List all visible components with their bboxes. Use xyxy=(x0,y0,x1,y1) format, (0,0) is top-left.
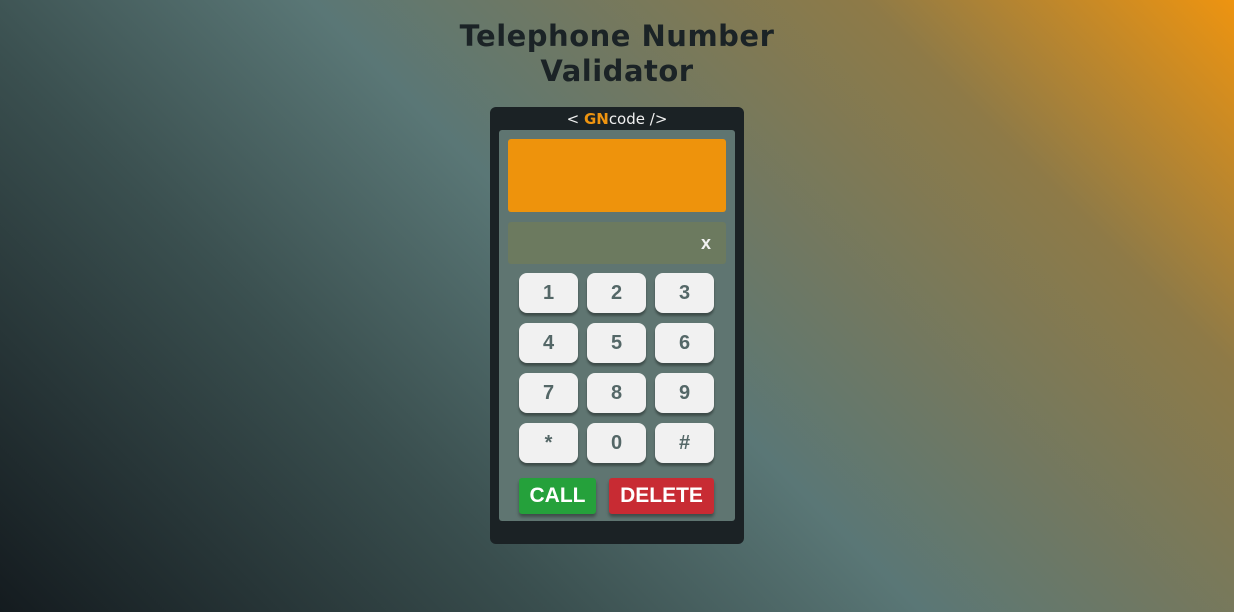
key-5[interactable]: 5 xyxy=(587,323,646,363)
page-title: Telephone Number Validator xyxy=(0,19,1234,89)
phone-number-input[interactable] xyxy=(516,230,680,258)
screen-panel: x 1 2 3 4 5 6 7 8 9 * 0 # CALL DELETE xyxy=(499,130,735,521)
phone-device: < GNcode /> x 1 2 3 4 5 6 7 8 9 * 0 # CA… xyxy=(490,107,744,544)
brand-logo: < GNcode /> xyxy=(490,109,744,129)
key-4[interactable]: 4 xyxy=(519,323,578,363)
key-7[interactable]: 7 xyxy=(519,373,578,413)
key-star[interactable]: * xyxy=(519,423,578,463)
key-6[interactable]: 6 xyxy=(655,323,714,363)
key-2[interactable]: 2 xyxy=(587,273,646,313)
key-1[interactable]: 1 xyxy=(519,273,578,313)
page-title-line-2: Validator xyxy=(540,54,694,88)
key-9[interactable]: 9 xyxy=(655,373,714,413)
key-hash[interactable]: # xyxy=(655,423,714,463)
key-3[interactable]: 3 xyxy=(655,273,714,313)
result-display xyxy=(508,139,726,212)
key-0[interactable]: 0 xyxy=(587,423,646,463)
page-title-line-1: Telephone Number xyxy=(459,19,775,53)
key-8[interactable]: 8 xyxy=(587,373,646,413)
brand-prefix: < xyxy=(566,110,580,128)
delete-button[interactable]: DELETE xyxy=(609,478,714,514)
number-input-row: x xyxy=(508,222,726,264)
brand-gn: GN xyxy=(583,110,609,128)
call-button[interactable]: CALL xyxy=(519,478,596,514)
brand-code: code xyxy=(608,110,645,128)
clear-input-button[interactable]: x xyxy=(701,233,711,254)
brand-suffix: /> xyxy=(649,110,668,128)
